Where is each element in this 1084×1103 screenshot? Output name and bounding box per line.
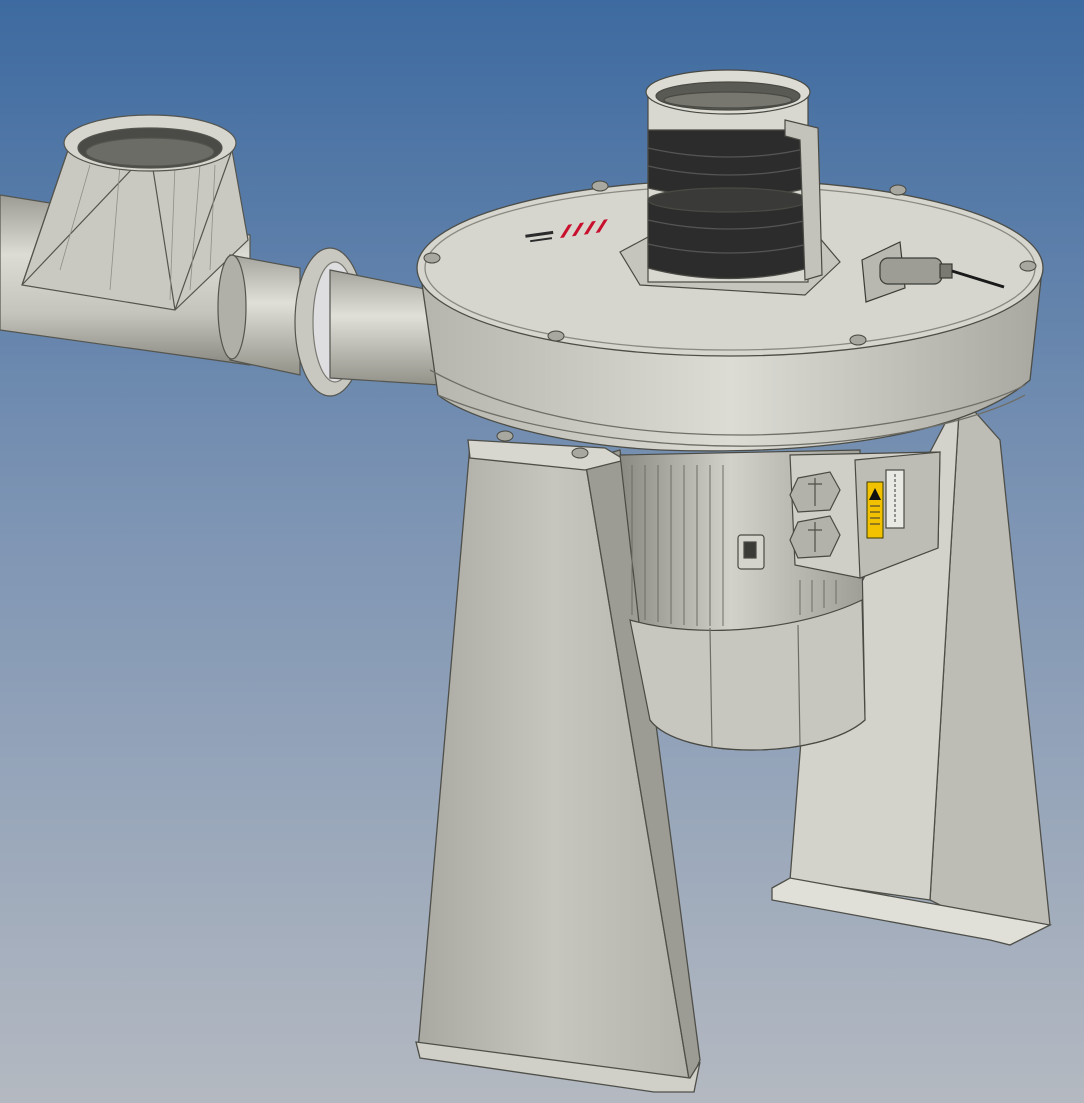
- blower-assembly-render: [0, 0, 1084, 1103]
- outlet-stack: [619, 69, 841, 296]
- rubber-band-upper: [647, 129, 809, 198]
- electrical-warning-icon: [866, 481, 884, 539]
- cad-render-viewport: [0, 0, 1084, 1103]
